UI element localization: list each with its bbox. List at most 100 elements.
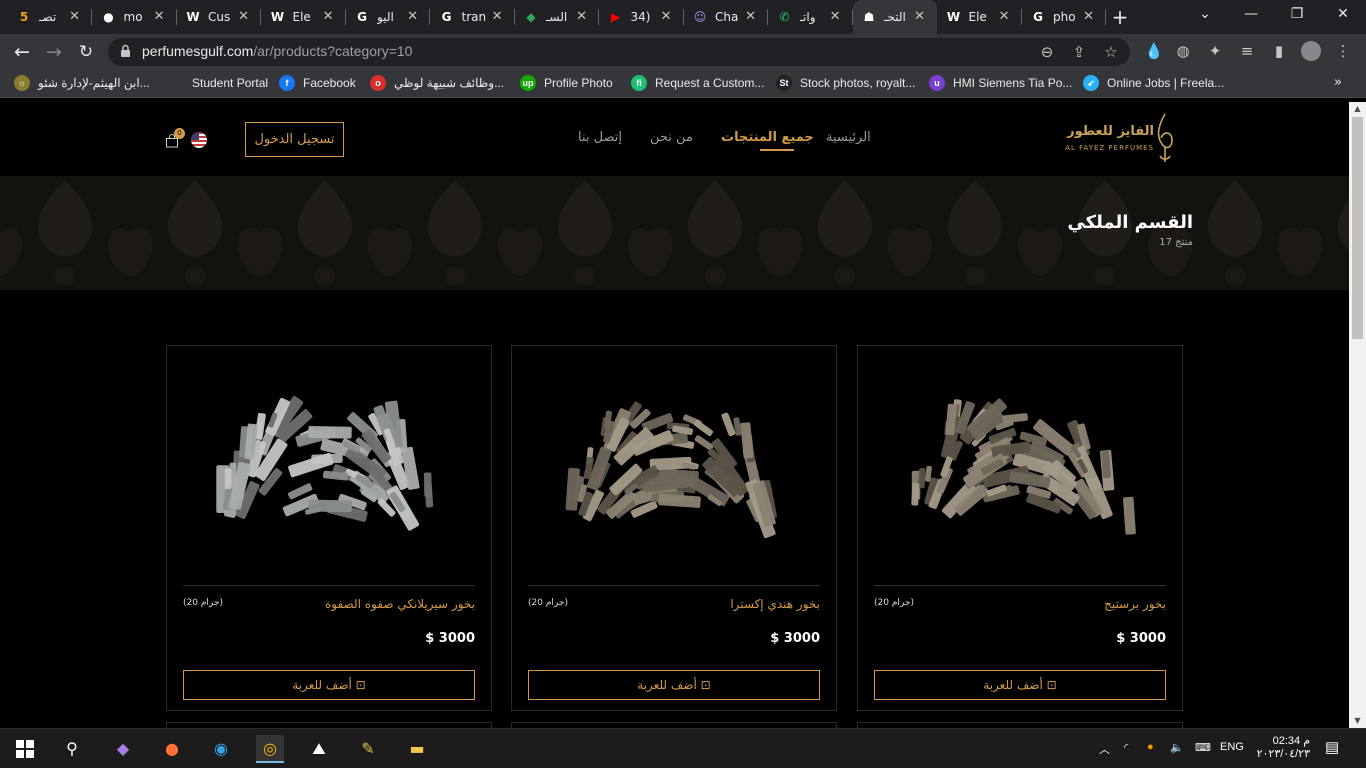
minimize-button[interactable]: — xyxy=(1241,6,1261,22)
close-tab-icon[interactable]: ✕ xyxy=(914,9,925,24)
tab-separator xyxy=(1105,9,1106,25)
scroll-down-arrow-icon[interactable]: ▼ xyxy=(1349,714,1366,728)
bookmark-item[interactable]: St Stock photos, royalt... xyxy=(776,75,915,91)
cart-button[interactable]: 0 xyxy=(165,128,185,148)
browser-tab[interactable]: 5 تصـ ✕ xyxy=(8,0,92,34)
close-window-button[interactable]: ✕ xyxy=(1333,6,1353,22)
bookmark-item[interactable]: f Facebook xyxy=(279,75,356,91)
address-bar[interactable]: perfumesgulf.com/ar/products?category=10… xyxy=(108,38,1130,66)
profile-avatar[interactable] xyxy=(1301,41,1321,61)
product-image[interactable] xyxy=(528,362,820,584)
more-bookmarks-icon[interactable]: » xyxy=(1334,75,1342,90)
product-name[interactable]: بخور برستيج xyxy=(1104,597,1166,611)
site-logo[interactable]: الفايز للعطور AL FAYEZ PERFUMES xyxy=(1065,112,1178,164)
file-explorer-icon[interactable]: ▬ xyxy=(403,735,431,763)
card-divider xyxy=(528,585,820,586)
bookmark-item[interactable]: up Profile Photo xyxy=(520,75,613,91)
bookmark-item[interactable]: ➶ Online Jobs | Freela... xyxy=(1083,75,1224,91)
product-image[interactable] xyxy=(183,362,475,584)
browser-tab[interactable]: G اليو ✕ xyxy=(346,0,430,34)
browser-tab[interactable]: ◆ السـ ✕ xyxy=(515,0,599,34)
forward-icon[interactable]: → xyxy=(43,41,65,63)
product-card[interactable]: بخور برستيج (جرام 20) $ 3000 أضف للعربة ⊡ xyxy=(857,345,1183,711)
clock[interactable]: 02:34 م ٢٠٢٣/٠٤/٢٣ xyxy=(1256,734,1310,760)
close-tab-icon[interactable]: ✕ xyxy=(154,9,165,24)
windows-start-icon[interactable] xyxy=(11,735,39,763)
visual-studio-icon[interactable]: ◆ xyxy=(109,735,137,763)
bookmark-item[interactable]: u HMI Siemens Tia Po... xyxy=(929,75,1072,91)
photos-app-icon[interactable]: ⛰ xyxy=(305,735,333,763)
notifications-icon[interactable]: ▤ xyxy=(1325,738,1339,756)
product-card[interactable]: بخور سيريلانكي صفوه الصفوة (جرام 20) $ 300… xyxy=(166,345,492,711)
add-to-cart-button[interactable]: أضف للعربة ⊡ xyxy=(183,670,475,700)
show-hidden-icons-chevron-icon[interactable]: ︿ xyxy=(1099,741,1110,757)
nav-all-products[interactable]: جميع المنتجات xyxy=(721,130,814,145)
media-control-icon[interactable]: ≡ xyxy=(1237,41,1257,61)
bookmark-item[interactable]: o وظائف شبيهة لوظي... xyxy=(370,75,504,91)
bookmark-item[interactable]: Student Portal xyxy=(168,75,268,91)
us-flag-icon[interactable] xyxy=(191,132,207,148)
close-tab-icon[interactable]: ✕ xyxy=(576,9,587,24)
new-tab-button[interactable]: + xyxy=(1108,5,1132,29)
language-indicator[interactable]: ENG xyxy=(1220,741,1244,753)
scrollbar-thumb[interactable] xyxy=(1352,117,1363,339)
browser-tab[interactable]: ☗ التحـ ✕ xyxy=(853,0,937,34)
product-card[interactable]: بخور هندي إكسترا (جرام 20) $ 3000 أضف للعرب… xyxy=(511,345,837,711)
extension-drop-icon[interactable]: 💧 xyxy=(1144,41,1164,61)
chrome-icon[interactable]: ◎ xyxy=(256,735,284,763)
login-button[interactable]: تسجيل الدخول xyxy=(245,122,344,157)
search-icon[interactable]: ⚲ xyxy=(58,735,86,763)
back-icon[interactable]: ← xyxy=(11,41,33,63)
reload-icon[interactable]: ↻ xyxy=(75,41,97,63)
page-scrollbar[interactable]: ▲ ▼ xyxy=(1349,102,1366,728)
close-tab-icon[interactable]: ✕ xyxy=(492,9,503,24)
browser-tab[interactable]: ☺ Cha ✕ xyxy=(684,0,768,34)
browser-tab[interactable]: W Cus ✕ xyxy=(177,0,261,34)
browser-tab[interactable]: Gtran ✕ xyxy=(431,0,515,34)
extension-globe-icon[interactable]: ◍ xyxy=(1173,41,1193,61)
product-name[interactable]: بخور هندي إكسترا xyxy=(730,597,820,611)
close-tab-icon[interactable]: ✕ xyxy=(745,9,756,24)
tab-search-icon[interactable]: ⌄ xyxy=(1195,6,1215,22)
edge-icon[interactable]: ◉ xyxy=(207,735,235,763)
product-name[interactable]: بخور سيريلانكي صفوه الصفوة xyxy=(325,597,475,611)
close-tab-icon[interactable]: ✕ xyxy=(238,9,249,24)
firefox-icon[interactable]: ● xyxy=(158,735,186,763)
close-tab-icon[interactable]: ✕ xyxy=(1083,9,1094,24)
volume-icon[interactable]: 🔈 xyxy=(1170,741,1184,754)
close-tab-icon[interactable]: ✕ xyxy=(999,9,1010,24)
url-text[interactable]: perfumesgulf.com/ar/products?category=10 xyxy=(142,43,412,59)
browser-tab[interactable]: ✆ واتـ ✕ xyxy=(769,0,853,34)
browser-tab[interactable]: W Ele ✕ xyxy=(262,0,346,34)
nav-contact[interactable]: إتصل بنا xyxy=(578,130,622,145)
close-tab-icon[interactable]: ✕ xyxy=(830,9,841,24)
close-tab-icon[interactable]: ✕ xyxy=(407,9,418,24)
product-image[interactable] xyxy=(874,362,1166,584)
browser-tab[interactable]: Gpho ✕ xyxy=(1022,0,1106,34)
browser-tab[interactable]: W Ele ✕ xyxy=(938,0,1022,34)
zoom-icon[interactable]: ⊖ xyxy=(1038,43,1056,61)
paint-icon[interactable]: ✎ xyxy=(354,735,382,763)
close-tab-icon[interactable]: ✕ xyxy=(69,9,80,24)
extensions-puzzle-icon[interactable]: ✦ xyxy=(1205,41,1225,61)
side-panel-icon[interactable]: ▮ xyxy=(1269,41,1289,61)
nav-home[interactable]: الرئيسية xyxy=(826,130,871,145)
network-icon[interactable]: ◜ xyxy=(1124,741,1128,754)
add-to-cart-button[interactable]: أضف للعربة ⊡ xyxy=(874,670,1166,700)
nav-about[interactable]: من نحن xyxy=(650,130,693,145)
browser-tab[interactable]: ▶ (34 ✕ xyxy=(600,0,684,34)
close-tab-icon[interactable]: ✕ xyxy=(323,9,334,24)
bookmark-star-icon[interactable]: ☆ xyxy=(1102,43,1120,61)
add-to-cart-button[interactable]: أضف للعربة ⊡ xyxy=(528,670,820,700)
scroll-up-arrow-icon[interactable]: ▲ xyxy=(1349,102,1366,116)
avast-icon[interactable]: ● xyxy=(1147,741,1154,753)
close-tab-icon[interactable]: ✕ xyxy=(661,9,672,24)
lock-icon[interactable] xyxy=(120,44,131,58)
browser-tab[interactable]: ● mo ✕ xyxy=(93,0,177,34)
bookmark-item[interactable]: fi Request a Custom... xyxy=(631,75,764,91)
keyboard-icon[interactable]: ⌨ xyxy=(1195,741,1211,754)
menu-kebab-icon[interactable]: ⋮ xyxy=(1333,41,1353,61)
bookmark-item[interactable]: ☼ ابن الهيثم-لإدارة شئو... xyxy=(14,75,150,91)
share-icon[interactable]: ⇪ xyxy=(1070,43,1088,61)
restore-button[interactable]: ❐ xyxy=(1287,6,1307,22)
